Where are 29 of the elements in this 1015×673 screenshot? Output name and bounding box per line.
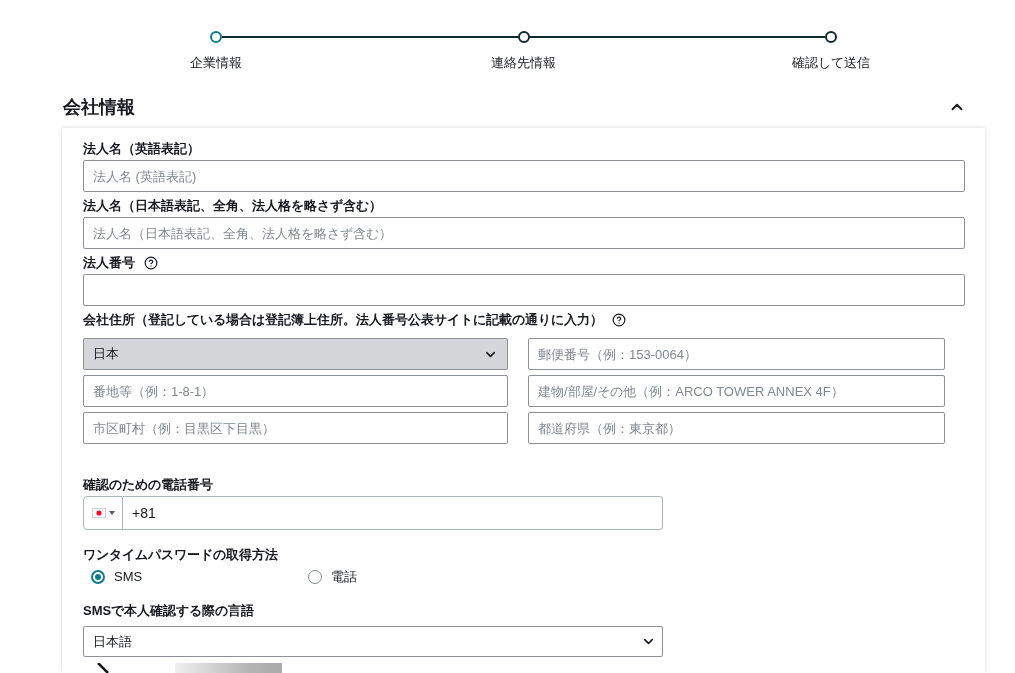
text-input[interactable]: 法人名（日本語表記、全角、法人格を略さず含む） [83, 217, 965, 249]
help-icon[interactable] [612, 313, 626, 327]
help-icon[interactable] [144, 256, 158, 270]
text-input[interactable]: 法人名 (英語表記) [83, 160, 965, 192]
text-input[interactable]: 都道府県（例：東京都） [528, 412, 945, 444]
country-code-button[interactable] [83, 496, 123, 530]
section-title: 会社情報 [63, 96, 135, 119]
step-label: 企業情報 [190, 54, 242, 72]
field-label: 会社住所（登記している場合は登記簿上住所。法人番号公表サイトに記載の通りに入力） [83, 312, 603, 328]
radio-option[interactable]: SMS [91, 569, 143, 585]
text-input[interactable]: 郵便番号（例：153-0064） [528, 338, 945, 370]
step-label: 連絡先情報 [491, 54, 556, 72]
phone-input[interactable]: +81 [123, 496, 663, 530]
field-label: 法人名（日本語表記、全角、法人格を略さず含む） [83, 198, 382, 214]
language-select[interactable]: 日本語 [83, 626, 663, 657]
flag-icon [91, 508, 106, 518]
country-select[interactable]: 日本 [83, 338, 508, 370]
step-label: 確認して送信 [792, 54, 870, 72]
text-input[interactable]: 番地等（例：1-8-1） [83, 375, 508, 407]
field-label: 法人名（英語表記） [83, 141, 200, 157]
radio-option[interactable]: 電話 [308, 569, 357, 585]
text-input[interactable]: 建物/部屋/その他（例：ARCO TOWER ANNEX 4F） [528, 375, 945, 407]
text-input[interactable] [83, 274, 965, 306]
field-label: 法人番号 [83, 255, 135, 271]
text-input[interactable]: 市区町村（例：目黒区下目黒） [83, 412, 508, 444]
field-label: 確認のための電話番号 [83, 477, 213, 493]
field-label: SMSで本人確認する際の言語 [83, 603, 255, 619]
caret-down-icon [108, 511, 115, 515]
field-label: ワンタイムパスワードの取得方法 [83, 547, 278, 563]
